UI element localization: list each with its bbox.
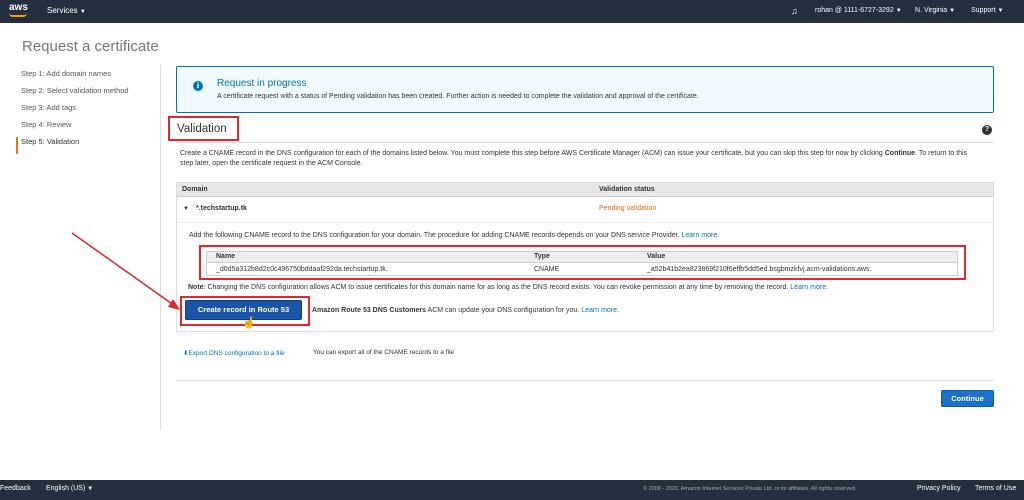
services-menu[interactable]: Services ▼ (47, 6, 86, 15)
privacy-policy-link[interactable]: Privacy Policy (917, 485, 961, 492)
cname-table-header: Name Type Value (207, 252, 957, 263)
continue-button[interactable]: Continue (941, 390, 994, 407)
step-4[interactable]: Step 4: Review (21, 120, 151, 137)
caret-down-icon: ▼ (79, 9, 86, 15)
step-3[interactable]: Step 3: Add tags (21, 103, 151, 120)
info-icon: i (193, 81, 203, 91)
region-menu[interactable]: N. Virginia ▼ (915, 7, 955, 14)
cname-record-highlight: Name Type Value _d0d5a312b8d2c0c496750bd… (199, 245, 966, 280)
caret-down-icon: ▼ (895, 8, 902, 14)
validation-status: Pending validation (599, 205, 657, 212)
sidebar-divider (160, 65, 161, 430)
steps-sidebar: Step 1: Add domain names Step 2: Select … (16, 69, 151, 154)
account-menu[interactable]: rohan @ 1111-6727-3292 ▼ (815, 7, 902, 14)
hand-cursor-icon: ☝ (242, 317, 256, 329)
expand-caret-icon[interactable]: ▼ (183, 206, 189, 212)
step-1[interactable]: Step 1: Add domain names (21, 69, 151, 86)
caret-down-icon: ▼ (949, 8, 956, 14)
aws-smile-icon (9, 13, 27, 17)
footer: Feedback English (US) ▼ © 2008 - 2020, A… (0, 480, 1024, 500)
top-nav: aws Services ▼ ♫ rohan @ 1111-6727-3292 … (0, 0, 1024, 23)
step-2[interactable]: Step 2: Select validation method (21, 86, 151, 103)
domain-table-header: Domain Validation status (177, 183, 993, 197)
divider (177, 222, 993, 223)
export-dns-link[interactable]: ⬇Export DNS configuration to a file (183, 349, 285, 357)
support-menu[interactable]: Support ▼ (971, 7, 1003, 14)
domain-name: *.techstartup.tk (196, 205, 247, 212)
validation-intro: Create a CNAME record in the DNS configu… (180, 150, 968, 167)
caret-down-icon: ▼ (87, 486, 94, 492)
alert-title: Request in progress (217, 78, 307, 89)
divider (176, 142, 994, 143)
caret-down-icon: ▼ (997, 8, 1004, 14)
dns-note: Note: Changing the DNS configuration all… (188, 284, 829, 291)
aws-logo[interactable]: aws (9, 3, 31, 20)
divider (176, 380, 994, 381)
cname-name[interactable]: _d0d5a312b8d2c0c496750bddaaf292da.techst… (216, 266, 388, 273)
terms-of-use-link[interactable]: Terms of Use (975, 485, 1016, 492)
cname-row: _d0d5a312b8d2c0c496750bddaaf292da.techst… (207, 264, 957, 276)
request-in-progress-alert: i Request in progress A certificate requ… (176, 66, 994, 113)
learn-more-link[interactable]: Learn more. (581, 307, 619, 314)
alert-description: A certificate request with a status of P… (217, 93, 699, 100)
route53-description: Amazon Route 53 DNS Customers ACM can up… (312, 307, 619, 314)
help-icon[interactable]: ? (982, 125, 992, 135)
cname-type: CNAME (534, 266, 560, 273)
validation-heading: Validation (177, 123, 227, 135)
language-selector[interactable]: English (US) ▼ (46, 485, 93, 492)
validation-heading-highlight: Validation (168, 116, 239, 141)
copyright: © 2008 - 2020, Amazon Internet Services … (643, 486, 857, 492)
learn-more-link[interactable]: Learn more. (790, 284, 828, 291)
step-5[interactable]: Step 5: Validation (16, 137, 151, 154)
feedback-link[interactable]: Feedback (0, 485, 31, 492)
export-description: You can export all of the CNAME records … (313, 349, 455, 356)
domain-row[interactable]: ▼ *.techstartup.tk Pending validation (177, 203, 993, 217)
add-cname-instructions: Add the following CNAME record to the DN… (189, 232, 720, 239)
bell-icon[interactable]: ♫ (791, 6, 798, 16)
cname-record-table: Name Type Value _d0d5a312b8d2c0c496750bd… (206, 251, 958, 276)
page-title: Request a certificate (22, 38, 159, 55)
cname-value[interactable]: _a52b41b2ea823869f210f6effb5dd5ed.bsgbmz… (647, 266, 871, 273)
learn-more-link[interactable]: Learn more. (681, 232, 719, 239)
